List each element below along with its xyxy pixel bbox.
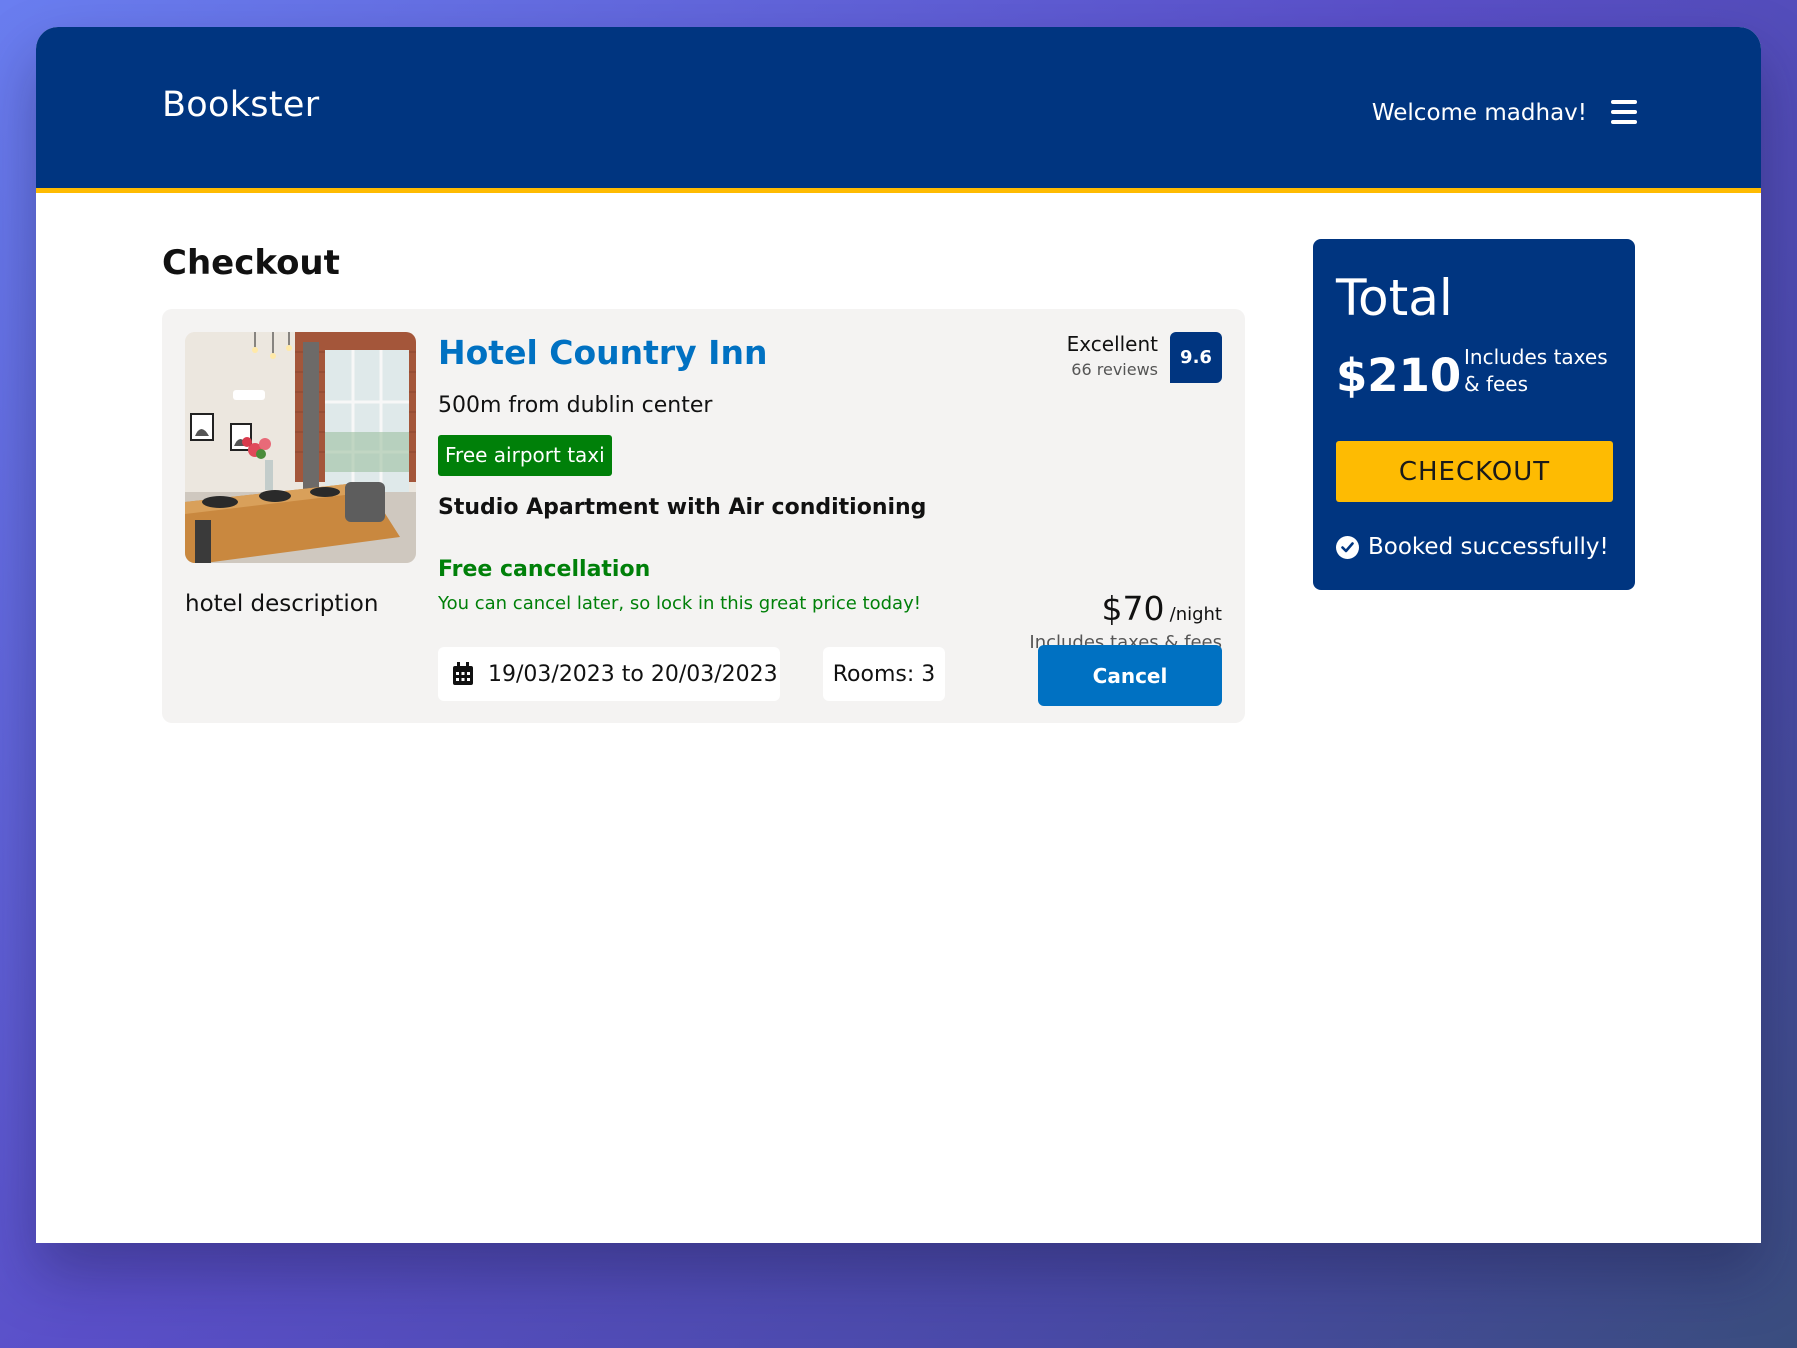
booking-status-text: Booked successfully! [1368,534,1609,560]
app-window: Bookster Welcome madhav! Checkout hotel … [36,27,1761,1243]
hotel-distance: 500m from dublin center [438,393,713,418]
price-unit: /night [1169,604,1222,625]
date-range-field[interactable]: 19/03/2023 to 20/03/2023 [438,647,780,701]
hotel-name-link[interactable]: Hotel Country Inn [438,333,767,372]
hotel-image [185,332,416,563]
welcome-text: Welcome madhav! [1371,100,1587,126]
page-title: Checkout [162,243,340,283]
hotel-description: hotel description [185,591,379,617]
cancellation-note: You can cancel later, so lock in this gr… [438,593,921,614]
review-count: 66 reviews [1071,360,1158,379]
total-panel: Total $210 Includes taxes & fees CHECKOU… [1313,239,1635,590]
total-note: Includes taxes & fees [1464,345,1608,396]
hamburger-menu-icon[interactable] [1611,100,1637,124]
rooms-count[interactable]: Rooms: 3 [823,647,945,701]
rating-word: Excellent [1066,332,1158,356]
check-circle-icon [1336,535,1359,559]
total-amount: $210 [1336,349,1462,402]
total-title: Total [1336,269,1453,327]
booking-card: hotel description Hotel Country Inn 500m… [162,309,1245,723]
rating: Excellent 66 reviews 9.6 [1067,332,1222,383]
calendar-icon [452,662,474,686]
navbar: Bookster Welcome madhav! [36,27,1761,193]
price: $70 /night [1102,589,1222,628]
room-type: Studio Apartment with Air conditioning [438,495,927,520]
price-amount: $70 [1101,589,1165,628]
brand-logo[interactable]: Bookster [162,85,319,125]
free-cancellation-title: Free cancellation [438,557,651,582]
date-range-text: 19/03/2023 to 20/03/2023 [488,661,778,687]
checkout-button[interactable]: CHECKOUT [1336,441,1613,502]
cancel-button[interactable]: Cancel [1038,645,1222,706]
free-taxi-badge: Free airport taxi [438,435,612,476]
rating-score-badge: 9.6 [1170,332,1222,383]
booking-status: Booked successfully! [1336,534,1609,560]
